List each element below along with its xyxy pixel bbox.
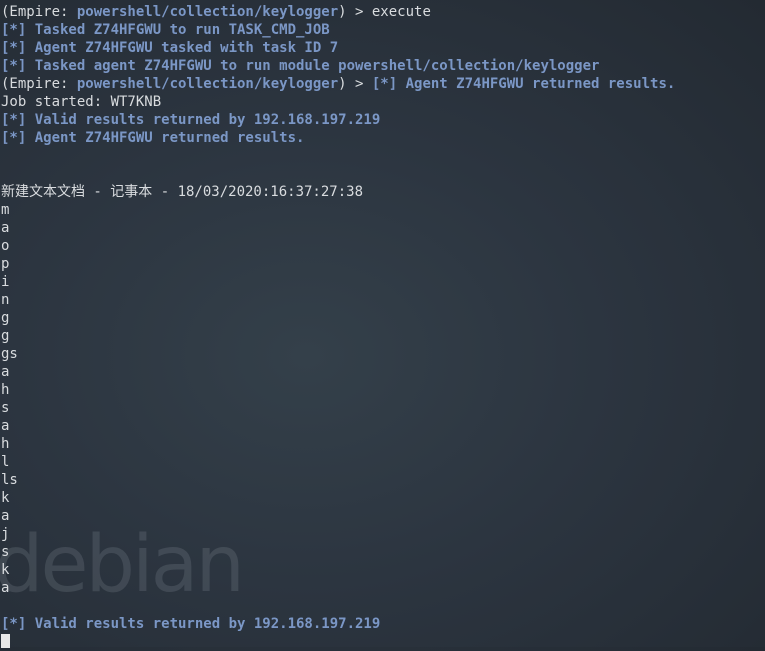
output-text: k: [1, 490, 10, 506]
highlighted-text: [*] Tasked agent Z74HFGWU to run module …: [1, 58, 600, 74]
output-text: l: [1, 454, 10, 470]
terminal-line: [*] Tasked agent Z74HFGWU to run module …: [1, 57, 765, 75]
terminal-line: s: [1, 543, 765, 561]
terminal-line: [*] Valid results returned by 192.168.19…: [1, 111, 765, 129]
terminal-output[interactable]: (Empire: powershell/collection/keylogger…: [1, 3, 765, 648]
terminal-line: 新建文本文档 - 记事本 - 18/03/2020:16:37:27:38: [1, 183, 765, 201]
prompt-line[interactable]: [1, 633, 765, 651]
highlighted-text: powershell/collection/keylogger: [76, 4, 339, 20]
output-text: i: [1, 274, 10, 290]
highlighted-text: [*] Agent Z74HFGWU returned results.: [371, 76, 676, 92]
output-text: 新建文本文档 - 记事本 - 18/03/2020:16:37:27:38: [1, 184, 364, 200]
output-text: ) > execute: [338, 4, 431, 20]
terminal-line: [*] Valid results returned by 192.168.19…: [1, 615, 765, 633]
output-text: k: [1, 562, 10, 578]
terminal-line: gs: [1, 345, 765, 363]
output-text: a: [1, 364, 10, 380]
terminal-line: a: [1, 417, 765, 435]
output-text: h: [1, 436, 10, 452]
output-text: p: [1, 256, 10, 272]
output-text: Job started: WT7KNB: [1, 94, 162, 110]
terminal-line: n: [1, 291, 765, 309]
highlighted-text: [*] Tasked Z74HFGWU to run TASK_CMD_JOB: [1, 22, 330, 38]
terminal-line: Job started: WT7KNB: [1, 93, 765, 111]
output-text: a: [1, 580, 10, 596]
terminal-line: ls: [1, 471, 765, 489]
terminal-line: g: [1, 309, 765, 327]
terminal-line: g: [1, 327, 765, 345]
terminal-line: a: [1, 363, 765, 381]
output-text: ) >: [338, 76, 372, 92]
terminal-line: [*] Agent Z74HFGWU returned results.: [1, 129, 765, 147]
terminal-line: i: [1, 273, 765, 291]
terminal-line: a: [1, 579, 765, 597]
output-text: g: [1, 310, 10, 326]
text-cursor: [1, 634, 10, 648]
output-text: (Empire:: [1, 4, 77, 20]
terminal-line: l: [1, 453, 765, 471]
output-text: (Empire:: [1, 76, 77, 92]
highlighted-text: [*] Valid results returned by 192.168.19…: [1, 616, 381, 632]
terminal-line: m: [1, 201, 765, 219]
output-text: h: [1, 382, 10, 398]
output-text: j: [1, 526, 10, 542]
output-text: a: [1, 508, 10, 524]
output-text: ls: [1, 472, 18, 488]
terminal-line: k: [1, 561, 765, 579]
output-text: m: [1, 202, 10, 218]
output-text: o: [1, 238, 10, 254]
highlighted-text: [*] Agent Z74HFGWU tasked with task ID 7: [1, 40, 339, 56]
highlighted-text: powershell/collection/keylogger: [76, 76, 339, 92]
terminal-line: s: [1, 399, 765, 417]
output-text: g: [1, 328, 10, 344]
terminal-line: h: [1, 435, 765, 453]
terminal-line: o: [1, 237, 765, 255]
terminal-line: (Empire: powershell/collection/keylogger…: [1, 75, 765, 93]
highlighted-text: [*] Agent Z74HFGWU returned results.: [1, 130, 305, 146]
output-text: gs: [1, 346, 18, 362]
terminal-line: p: [1, 255, 765, 273]
terminal-line: [*] Tasked Z74HFGWU to run TASK_CMD_JOB: [1, 21, 765, 39]
terminal-line: (Empire: powershell/collection/keylogger…: [1, 3, 765, 21]
terminal-line: [*] Agent Z74HFGWU tasked with task ID 7: [1, 39, 765, 57]
terminal-line: k: [1, 489, 765, 507]
output-text: s: [1, 400, 10, 416]
highlighted-text: [*] Valid results returned by 192.168.19…: [1, 112, 381, 128]
output-text: s: [1, 544, 10, 560]
output-text: n: [1, 292, 10, 308]
output-text: a: [1, 418, 10, 434]
terminal-line: h: [1, 381, 765, 399]
terminal-line: j: [1, 525, 765, 543]
terminal-line: a: [1, 219, 765, 237]
terminal-line: a: [1, 507, 765, 525]
output-text: a: [1, 220, 10, 236]
